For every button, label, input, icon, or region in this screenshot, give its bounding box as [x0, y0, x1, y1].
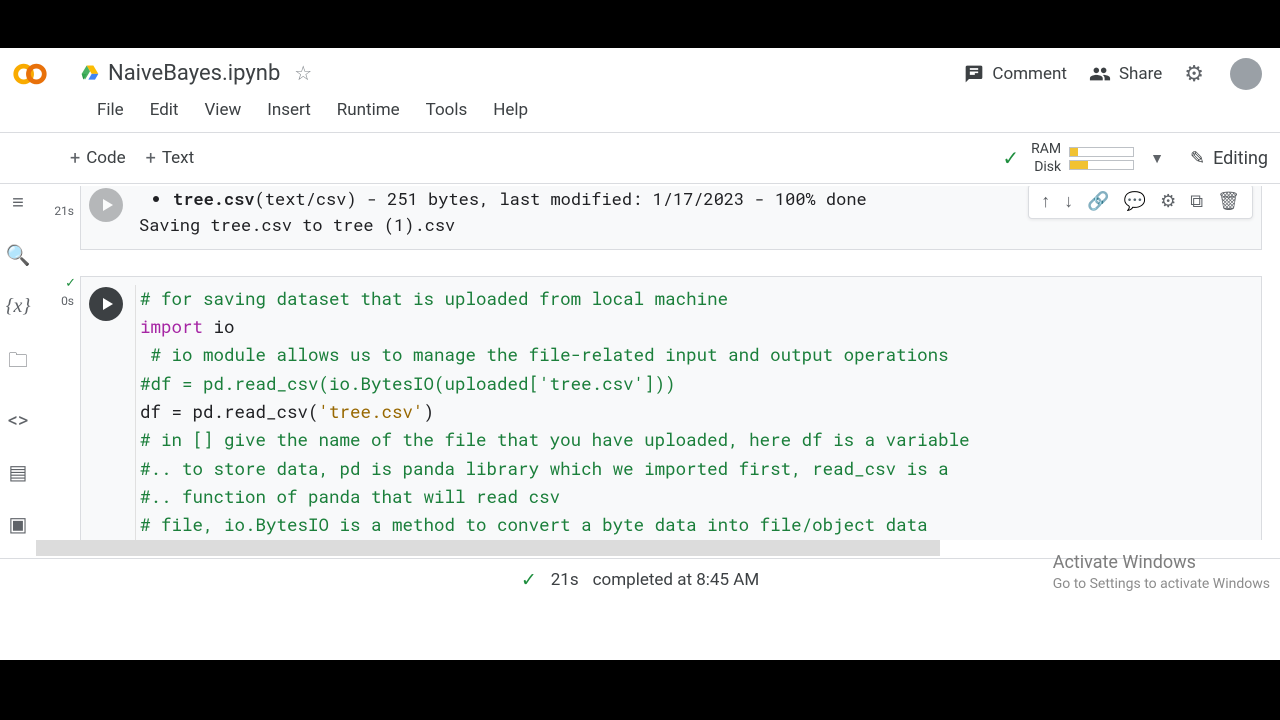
editing-mode-button[interactable]: ✎ Editing	[1190, 148, 1268, 169]
cell2-code-editor[interactable]: # for saving dataset that is uploaded fr…	[135, 285, 1261, 540]
menu-bar: File Edit View Insert Runtime Tools Help	[0, 96, 1280, 132]
link-icon[interactable]: 🔗	[1081, 189, 1115, 214]
delete-icon[interactable]: 🗑	[1211, 189, 1246, 214]
disk-bar	[1069, 160, 1134, 170]
menu-runtime[interactable]: Runtime	[326, 96, 411, 124]
menu-help[interactable]: Help	[482, 96, 539, 124]
variables-icon[interactable]: {x}	[6, 295, 31, 318]
status-duration: 21s	[551, 570, 579, 590]
cell-ok-check-icon: ✓	[65, 276, 76, 291]
cell-settings-icon[interactable]: ⚙	[1154, 189, 1182, 214]
menu-edit[interactable]: Edit	[139, 96, 190, 124]
notebook-title[interactable]: NaiveBayes.ipynb	[108, 61, 280, 86]
command-palette-icon[interactable]: ▤	[9, 460, 28, 484]
files-icon[interactable]: 🗀	[8, 346, 28, 380]
share-button[interactable]: Share	[1089, 63, 1162, 85]
menu-tools[interactable]: Tools	[415, 96, 479, 124]
add-text-button[interactable]: +Text	[136, 144, 205, 173]
disk-label: Disk	[1031, 158, 1061, 176]
cell2-gutter: ✓ 0s	[36, 276, 80, 540]
cell-toolbar: ↑ ↓ 🔗 💬 ⚙ ⧉ 🗑	[1028, 186, 1253, 219]
share-icon	[1089, 63, 1111, 85]
letterbox-bottom	[0, 660, 1280, 720]
comment-button[interactable]: Comment	[964, 64, 1067, 84]
status-check-icon: ✓	[521, 568, 537, 591]
cell1-output: tree.csv(text/csv) - 251 bytes, last mod…	[133, 186, 879, 239]
resources-dropdown-icon[interactable]: ▼	[1142, 150, 1172, 167]
left-rail: ≡ 🔍 {x} 🗀 <> ▤ ▣	[0, 188, 36, 600]
horizontal-scrollbar[interactable]	[36, 540, 940, 556]
activate-windows-watermark: Activate Windows Go to Settings to activ…	[1053, 551, 1270, 594]
menu-view[interactable]: View	[193, 96, 252, 124]
cell2[interactable]: # for saving dataset that is uploaded fr…	[80, 276, 1262, 540]
code-snippets-icon[interactable]: <>	[8, 408, 29, 432]
terminal-icon[interactable]: ▣	[9, 512, 28, 536]
resources-indicator[interactable]: ✓ RAM Disk ▼	[1002, 140, 1172, 176]
menu-file[interactable]: File	[86, 96, 135, 124]
settings-icon[interactable]: ⚙	[1184, 62, 1204, 87]
drive-icon	[80, 63, 100, 83]
avatar[interactable]	[1230, 58, 1262, 90]
search-icon[interactable]: 🔍	[6, 243, 31, 267]
cell1[interactable]: ↑ ↓ 🔗 💬 ⚙ ⧉ 🗑 tree.csv(text/csv) - 251 b…	[80, 186, 1262, 250]
ram-bar	[1069, 147, 1134, 157]
add-code-button[interactable]: +Code	[60, 144, 136, 173]
move-down-icon[interactable]: ↓	[1058, 189, 1079, 214]
comment-icon	[964, 64, 984, 84]
letterbox-top	[0, 0, 1280, 48]
toc-icon[interactable]: ≡	[12, 190, 24, 215]
menu-insert[interactable]: Insert	[256, 96, 322, 124]
mirror-icon[interactable]: ⧉	[1184, 189, 1209, 214]
colab-logo[interactable]	[0, 55, 60, 93]
status-completed: completed at 8:45 AM	[593, 570, 760, 590]
star-icon[interactable]: ☆	[294, 61, 312, 85]
run-button[interactable]	[89, 188, 123, 222]
move-up-icon[interactable]: ↑	[1035, 189, 1056, 214]
cell1-gutter: 21s	[36, 186, 80, 250]
ram-label: RAM	[1031, 140, 1061, 158]
run-button[interactable]	[89, 287, 123, 321]
pencil-icon: ✎	[1190, 148, 1205, 169]
colab-window: NaiveBayes.ipynb ☆ Comment Share ⚙ File …	[0, 48, 1280, 660]
header: NaiveBayes.ipynb ☆ Comment Share ⚙	[0, 48, 1280, 96]
cell-comment-icon[interactable]: 💬	[1118, 189, 1152, 214]
connected-check-icon: ✓	[1002, 146, 1019, 170]
cells-area: 21s ↑ ↓ 🔗 💬 ⚙ ⧉ 🗑 tree.csv(text/csv) - 2…	[36, 186, 1280, 540]
toolbar: +Code +Text ✓ RAM Disk ▼ ✎ Editing	[0, 132, 1280, 184]
